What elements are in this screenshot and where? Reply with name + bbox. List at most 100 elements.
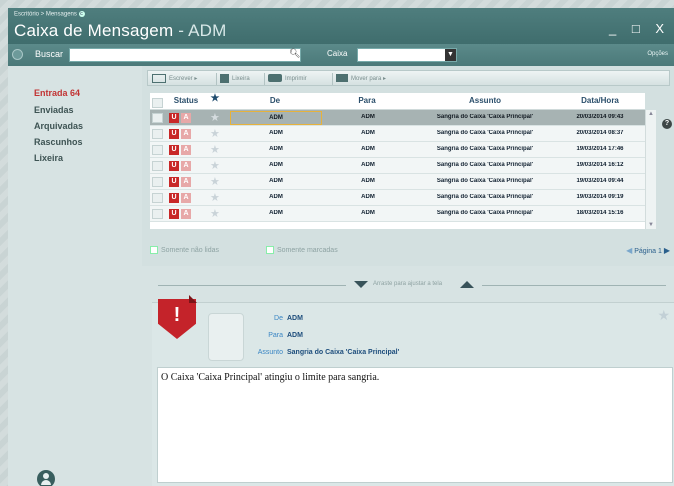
breadcrumb-text[interactable]: Escritório > Mensagens xyxy=(14,12,77,18)
cell-de: ADM xyxy=(269,130,283,136)
breadcrumb-badge: c xyxy=(78,11,85,17)
caixa-select[interactable]: ▼ xyxy=(357,48,457,62)
printer-icon xyxy=(268,74,282,83)
sidebar-item-rascunhos[interactable]: Rascunhos xyxy=(34,137,83,147)
table-scrollbar[interactable]: ▲ ▼ xyxy=(645,110,656,229)
trash-button[interactable]: Lixeira xyxy=(220,74,250,84)
column-status[interactable]: Status xyxy=(168,96,204,105)
star-icon[interactable]: ★ xyxy=(210,111,220,124)
cell-de: ADM xyxy=(269,210,283,216)
expand-up-icon[interactable] xyxy=(460,281,474,288)
row-checkbox[interactable] xyxy=(152,161,163,171)
move-button[interactable]: Mover para ▸ xyxy=(336,74,386,84)
search-input[interactable] xyxy=(69,48,301,62)
page-title: Caixa de Mensagem - ADM xyxy=(14,21,227,41)
sidebar-item-lixeira[interactable]: Lixeira xyxy=(34,153,63,163)
help-icon[interactable]: ? xyxy=(662,119,672,129)
attachment-badge: A xyxy=(181,209,191,219)
row-checkbox[interactable] xyxy=(152,113,163,123)
chevron-down-icon[interactable]: ▼ xyxy=(445,49,456,61)
pager-label: Página xyxy=(634,248,657,255)
table-row[interactable]: U A ★ ADM ADM Sangria do Caixa 'Caixa Pr… xyxy=(150,174,645,190)
cell-para: ADM xyxy=(361,146,375,152)
folder-icon xyxy=(336,74,348,83)
star-icon[interactable]: ★ xyxy=(210,127,220,140)
scroll-up-icon[interactable]: ▲ xyxy=(648,111,654,117)
table-row[interactable]: U A ★ ADM ADM Sangria do Caixa 'Caixa Pr… xyxy=(150,110,645,126)
star-icon[interactable]: ★ xyxy=(657,307,670,324)
cell-assunto: Sangria do Caixa 'Caixa Principal' xyxy=(436,210,534,216)
cell-para: ADM xyxy=(361,178,375,184)
table-row[interactable]: U A ★ ADM ADM Sangria do Caixa 'Caixa Pr… xyxy=(150,206,645,222)
assunto-label: Assunto xyxy=(257,349,283,356)
print-button[interactable]: Imprimir xyxy=(268,74,307,84)
cell-para: ADM xyxy=(361,162,375,168)
filter-unread-label: Somente não lidas xyxy=(161,246,219,254)
filter-unread[interactable]: Somente não lidas xyxy=(150,246,219,254)
window-controls[interactable]: _ □ X xyxy=(609,21,670,36)
urgent-badge: U xyxy=(169,209,179,219)
alert-symbol: ! xyxy=(173,304,181,326)
filter-marked[interactable]: Somente marcadas xyxy=(266,246,338,254)
select-all-checkbox[interactable] xyxy=(152,98,163,108)
cell-de: ADM xyxy=(269,162,283,168)
row-checkbox[interactable] xyxy=(152,177,163,187)
collapse-down-icon[interactable] xyxy=(354,281,368,288)
title-separator: - xyxy=(178,21,185,40)
para-label: Para xyxy=(268,332,283,339)
star-icon[interactable]: ★ xyxy=(210,207,220,220)
row-checkbox[interactable] xyxy=(152,209,163,219)
resize-divider[interactable]: Arraste para ajustar a tela xyxy=(158,278,666,292)
message-preview: ! De ADM Para ADM Assunto Sangria do Cai… xyxy=(152,295,674,486)
sidebar-item-enviadas[interactable]: Enviadas xyxy=(34,105,74,115)
table-row[interactable]: U A ★ ADM ADM Sangria do Caixa 'Caixa Pr… xyxy=(150,126,645,142)
options-link[interactable]: Opções xyxy=(647,51,668,57)
scroll-down-icon[interactable]: ▼ xyxy=(648,222,654,228)
unread-checkbox[interactable] xyxy=(150,246,158,254)
column-assunto[interactable]: Assunto xyxy=(416,96,554,105)
table-row[interactable]: U A ★ ADM ADM Sangria do Caixa 'Caixa Pr… xyxy=(150,142,645,158)
star-icon[interactable]: ★ xyxy=(210,159,220,172)
trash-label: Lixeira xyxy=(232,76,250,83)
marked-checkbox[interactable] xyxy=(266,246,274,254)
row-checkbox[interactable] xyxy=(152,145,163,155)
star-icon[interactable]: ★ xyxy=(210,191,220,204)
trash-icon xyxy=(220,74,229,83)
cell-assunto: Sangria do Caixa 'Caixa Principal' xyxy=(436,178,534,184)
column-data[interactable]: Data/Hora xyxy=(555,96,645,105)
column-de[interactable]: De xyxy=(230,96,320,105)
row-checkbox[interactable] xyxy=(152,193,163,203)
cell-para: ADM xyxy=(361,114,375,120)
divider-hint: Arraste para ajustar a tela xyxy=(373,281,443,287)
radio-icon[interactable] xyxy=(12,49,23,60)
star-icon[interactable]: ★ xyxy=(210,175,220,188)
star-icon[interactable]: ★ xyxy=(210,143,220,156)
user-icon[interactable] xyxy=(37,470,55,486)
cell-data: 19/03/2014 09:44 xyxy=(576,178,624,184)
title-bar: Escritório > Mensagens c Caixa de Mensag… xyxy=(8,8,674,44)
attachment-badge: A xyxy=(181,113,191,123)
cell-data: 19/03/2014 16:12 xyxy=(576,162,624,168)
pager-number: 1 xyxy=(657,248,662,255)
assunto-value: Sangria do Caixa 'Caixa Principal' xyxy=(287,349,400,356)
write-button[interactable]: Escrever ▸ xyxy=(152,74,197,84)
sidebar-item-arquivadas[interactable]: Arquivadas xyxy=(34,121,83,131)
cell-de: ADM xyxy=(230,111,322,125)
de-label: De xyxy=(274,315,283,322)
table-row[interactable]: U A ★ ADM ADM Sangria do Caixa 'Caixa Pr… xyxy=(150,158,645,174)
cell-de: ADM xyxy=(269,194,283,200)
row-checkbox[interactable] xyxy=(152,129,163,139)
table-row[interactable]: U A ★ ADM ADM Sangria do Caixa 'Caixa Pr… xyxy=(150,190,645,206)
column-para[interactable]: Para xyxy=(322,96,412,105)
sidebar-item-entrada[interactable]: Entrada 64 xyxy=(34,88,80,98)
urgent-badge: U xyxy=(169,113,179,123)
sidebar: Entrada 64 Enviadas Arquivadas Rascunhos… xyxy=(8,66,146,486)
message-table: Status ★ De Para Assunto Data/Hora U A ★… xyxy=(150,93,656,229)
search-icon[interactable]: 🔍︎ xyxy=(289,48,300,59)
star-header-icon[interactable]: ★ xyxy=(206,93,224,104)
search-bar: Buscar 🔍︎ Caixa ▼ Opções xyxy=(8,44,674,66)
next-page-icon[interactable]: ▶ xyxy=(664,246,670,255)
de-value: ADM xyxy=(287,315,303,322)
prev-page-icon[interactable]: ◀ xyxy=(626,246,632,255)
page-title-text: Caixa de Mensagem xyxy=(14,21,174,40)
